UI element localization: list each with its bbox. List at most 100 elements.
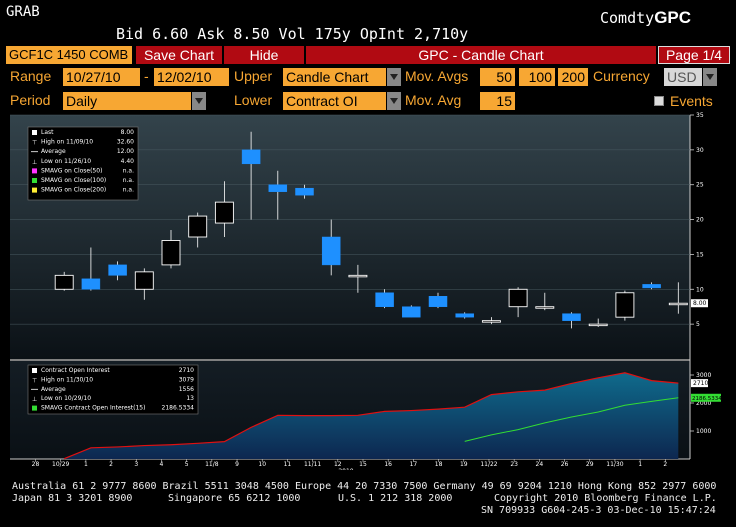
legend-low-marker: ⊥ — [32, 396, 37, 403]
legend-label: Average — [41, 148, 66, 155]
lower-chart-select[interactable]: Contract OI — [283, 92, 386, 110]
legend-label: SMAVG Contract Open Interest(15) — [41, 405, 145, 412]
brand-suffix: GPC — [654, 8, 692, 27]
page-indicator[interactable]: Page 1/4 — [658, 46, 730, 64]
upper-chart-select[interactable]: Candle Chart — [283, 68, 386, 86]
upper-y-tick-label: 30 — [696, 147, 704, 154]
mov-avg-lower-field[interactable]: 15 — [480, 92, 515, 110]
legend-label: High on 11/09/10 — [41, 139, 93, 146]
mov-avg-1-field[interactable]: 50 — [480, 68, 515, 86]
legend-label: Last — [41, 129, 54, 136]
x-tick-label: 12 — [334, 461, 342, 468]
legend-value: 2710 — [179, 367, 194, 374]
candle-body-up — [535, 306, 555, 309]
lower-label: Lower — [234, 92, 273, 108]
legend-value: 8.00 — [121, 129, 135, 136]
candle-body-down — [375, 292, 394, 307]
x-tick-label: 11/11 — [304, 461, 321, 468]
upper-y-tick-label: 25 — [696, 182, 704, 189]
legend-last-marker — [32, 130, 37, 135]
hide-button[interactable]: Hide — [224, 46, 304, 64]
footer-singapore: Singapore 65 6212 1000 — [168, 493, 301, 504]
legend-value: n.a. — [123, 167, 134, 174]
legend-label: SMAVG on Close(200) — [41, 187, 106, 194]
legend-label: SMAVG on Close(50) — [41, 167, 102, 174]
legend-value: 12.00 — [117, 148, 134, 155]
legend-high-marker: ⊤ — [32, 377, 37, 384]
upper-y-tick-label: 20 — [696, 217, 704, 224]
upper-label: Upper — [234, 68, 273, 84]
candle-body-down — [268, 184, 288, 192]
x-tick-label: 11/30 — [606, 461, 623, 468]
events-checkbox[interactable] — [654, 96, 664, 106]
upper-y-tick-label: 35 — [696, 112, 704, 119]
chart-area: 35302520151058.00 30002000100027102186.5… — [10, 112, 722, 470]
x-tick-label: 4 — [160, 461, 164, 468]
x-axis: 28 10/29 1 2 3 4 5 11/8 9 10 11 11/11 12 15 16 17 18 19 11… — [32, 459, 667, 470]
candle-body-down — [321, 236, 341, 266]
candle-body-down — [295, 187, 314, 196]
legend-value: n.a. — [123, 187, 134, 194]
currency-chevron-down-icon[interactable] — [703, 68, 717, 86]
save-chart-button[interactable]: Save Chart — [136, 46, 222, 64]
x-tick-label: 1 — [638, 461, 642, 468]
footer-japan: Japan 81 3 3201 8900 — [12, 493, 133, 504]
x-tick-label: 5 — [185, 461, 189, 468]
candle-body-down — [402, 306, 421, 318]
mov-avg-2-field[interactable]: 100 — [519, 68, 555, 86]
upper-chevron-down-icon[interactable] — [387, 68, 401, 86]
candle-body-down — [428, 296, 448, 307]
range-start-field[interactable]: 10/27/10 — [63, 68, 140, 86]
range-label: Range — [10, 68, 52, 84]
x-tick-label: 26 — [561, 461, 569, 468]
mov-avg-3-field[interactable]: 200 — [558, 68, 588, 86]
lower-y-tick-label: 3000 — [696, 372, 711, 379]
security-field[interactable]: GCF1C 1450 COMB — [6, 46, 132, 64]
x-tick-label: 24 — [536, 461, 544, 468]
brand-label: ComdtyGPC — [600, 8, 691, 28]
upper-last-value-label: 8.00 — [693, 300, 707, 307]
legend-value: 4.40 — [121, 158, 135, 165]
x-tick-label: 11 — [284, 461, 292, 468]
candle-body-up — [481, 320, 501, 323]
range-end-field[interactable]: 12/02/10 — [154, 68, 229, 86]
legend-value: 1556 — [179, 386, 194, 393]
period-label: Period — [10, 92, 51, 108]
x-year-label: 2010 — [338, 468, 353, 470]
x-tick-label: 19 — [460, 461, 468, 468]
lower-y-tick-label: 1000 — [696, 428, 711, 435]
legend-label: Low on 11/26/10 — [41, 158, 91, 165]
lower-chevron-down-icon[interactable] — [387, 92, 401, 110]
range-separator: - — [144, 68, 149, 84]
upper-y-tick-label: 10 — [696, 286, 704, 293]
currency-label: Currency — [593, 68, 650, 84]
candle-body-down — [455, 313, 474, 318]
candle-body-down — [562, 313, 581, 321]
window-title-bar: GPC - Candle Chart — [306, 46, 656, 64]
legend-value: 32.60 — [117, 139, 134, 146]
candle-body-down — [241, 149, 261, 165]
candle — [615, 290, 635, 321]
candle-body-down — [642, 284, 661, 289]
legend-swatch — [32, 178, 37, 183]
x-tick-label: 9 — [235, 461, 239, 468]
period-chevron-down-icon[interactable] — [192, 92, 206, 110]
legend-label: High on 11/30/10 — [41, 376, 93, 383]
candle-body-up — [588, 323, 608, 327]
x-tick-label: 2 — [109, 461, 113, 468]
legend-oi-marker — [32, 368, 37, 373]
candle-body-up — [214, 201, 234, 224]
events-label: Events — [670, 93, 713, 109]
x-tick-label: 11/22 — [480, 461, 497, 468]
legend-value: 3079 — [179, 376, 194, 383]
candle-body-up — [508, 288, 528, 308]
x-tick-label: 15 — [359, 461, 367, 468]
sma-value-label: 2186.5334 — [692, 396, 722, 402]
currency-select[interactable]: USD — [664, 68, 702, 86]
legend-low-marker: ⊥ — [32, 159, 37, 166]
candle-body-up — [54, 274, 74, 290]
period-select[interactable]: Daily — [63, 92, 191, 110]
legend-swatch — [32, 168, 37, 174]
footer-copyright: Copyright 2010 Bloomberg Finance L.P. — [494, 493, 717, 504]
candle-body-up — [134, 271, 154, 290]
